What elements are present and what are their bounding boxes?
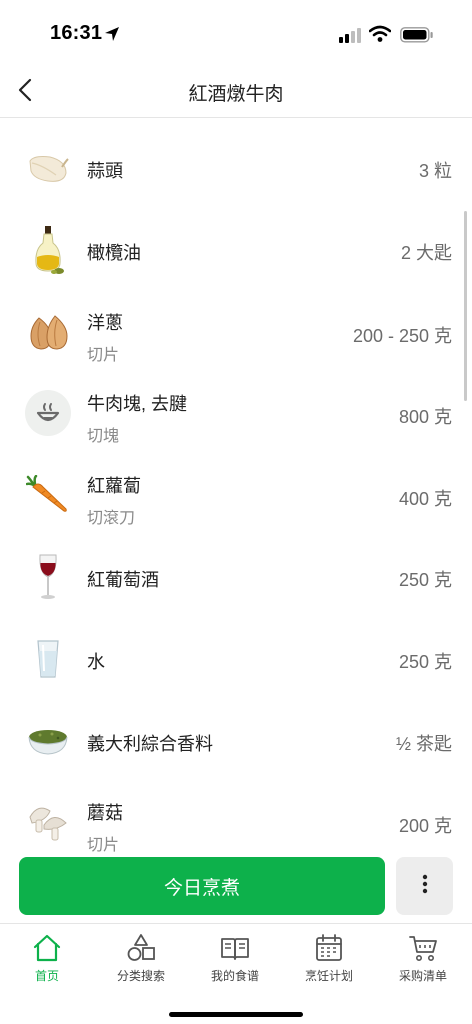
tab-label: 采购清单 — [398, 969, 447, 983]
ingredient-name: 橄欖油 — [87, 242, 141, 263]
scrollbar[interactable] — [464, 211, 467, 401]
water-glass-icon — [23, 634, 73, 684]
ingredient-row[interactable]: 義大利綜合香料 ½ 茶匙 — [0, 700, 472, 782]
tab-label: 分类搜索 — [116, 969, 165, 983]
tab-category-search[interactable]: 分类搜索 — [94, 924, 188, 994]
ingredient-note: 切塊 — [87, 428, 120, 446]
ingredient-name: 紅葡萄酒 — [87, 569, 159, 590]
ingredient-row[interactable]: 牛肉塊, 去腱 切塊 800 克 — [0, 372, 472, 454]
ingredient-quantity: 250 克 — [398, 569, 452, 590]
mushroom-icon — [23, 797, 73, 847]
tab-label: 首页 — [34, 969, 59, 983]
more-options-button[interactable] — [396, 857, 453, 915]
ingredient-row[interactable]: 紅蘿蔔 切滾刀 400 克 — [0, 454, 472, 536]
ingredient-row[interactable]: 橄欖油 2 大匙 — [0, 209, 472, 291]
ingredient-quantity: 400 克 — [398, 489, 452, 510]
wifi-icon — [368, 25, 392, 48]
tab-shopping-list[interactable]: 采购清单 — [376, 924, 470, 994]
cook-today-button[interactable]: 今日烹煮 — [19, 857, 385, 915]
ingredient-row[interactable]: 蒜頭 3 粒 — [0, 127, 472, 209]
status-time: 16:31 — [50, 22, 103, 44]
location-arrow-icon — [104, 26, 120, 47]
ingredient-quantity: ½ 茶匙 — [395, 733, 452, 754]
tab-label: 烹饪计划 — [304, 969, 353, 983]
ingredient-name: 洋蔥 — [87, 312, 123, 333]
tab-home[interactable]: 首页 — [0, 924, 94, 994]
more-vertical-icon — [422, 874, 428, 899]
ingredient-quantity: 250 克 — [398, 651, 452, 672]
tab-label: 我的食谱 — [210, 969, 259, 983]
ingredient-note: 切片 — [87, 837, 120, 855]
ingredient-name: 牛肉塊, 去腱 — [87, 394, 188, 415]
placeholder-bowl-icon — [23, 388, 73, 438]
ingredient-name: 蒜頭 — [87, 161, 123, 181]
action-bar: 今日烹煮 — [19, 857, 453, 915]
status-bar: 16:31 — [0, 0, 472, 70]
home-indicator — [169, 1012, 303, 1017]
ingredient-name: 蘑菇 — [87, 803, 123, 824]
calendar-icon — [314, 933, 344, 963]
ingredient-quantity: 200 克 — [398, 816, 452, 837]
carrot-icon — [23, 470, 73, 520]
garlic-icon — [23, 143, 73, 193]
ingredient-row[interactable]: 蘑菇 切片 200 克 — [0, 781, 472, 863]
wine-glass-icon — [23, 552, 73, 602]
tab-cooking-plan[interactable]: 烹饪计划 — [282, 924, 376, 994]
ingredient-name: 水 — [87, 651, 105, 672]
onion-icon — [23, 307, 73, 357]
nav-bar: 紅酒燉牛肉 — [0, 70, 472, 118]
ingredient-list: 蒜頭 3 粒 橄欖油 2 大匙 洋蔥 切片 200 - 250 克 牛肉塊, 去… — [0, 127, 472, 863]
ingredient-note: 切滾刀 — [87, 510, 136, 528]
ingredient-quantity: 200 - 250 克 — [352, 325, 452, 346]
cart-icon — [408, 933, 438, 963]
ingredient-note: 切片 — [87, 346, 120, 364]
shapes-icon — [126, 933, 156, 963]
home-icon — [32, 933, 62, 963]
ingredient-quantity: 2 大匙 — [400, 242, 452, 263]
tab-my-recipes[interactable]: 我的食谱 — [188, 924, 282, 994]
ingredient-row[interactable]: 洋蔥 切片 200 - 250 克 — [0, 291, 472, 373]
ingredient-row[interactable]: 紅葡萄酒 250 克 — [0, 536, 472, 618]
ingredient-name: 義大利綜合香料 — [87, 733, 213, 754]
ingredient-quantity: 3 粒 — [418, 161, 452, 181]
ingredient-row[interactable]: 水 250 克 — [0, 618, 472, 700]
cellular-signal-icon — [339, 27, 363, 48]
ingredient-quantity: 800 克 — [398, 407, 452, 428]
olive-oil-bottle-icon — [23, 225, 73, 275]
ingredient-name: 紅蘿蔔 — [87, 476, 141, 497]
battery-icon — [400, 27, 434, 48]
tab-bar: 首页 分类搜索 我的食谱 烹饪计划 采购清单 — [0, 923, 472, 1024]
book-icon — [220, 933, 250, 963]
page-title: 紅酒燉牛肉 — [188, 84, 284, 105]
herbs-bowl-icon — [23, 716, 73, 766]
